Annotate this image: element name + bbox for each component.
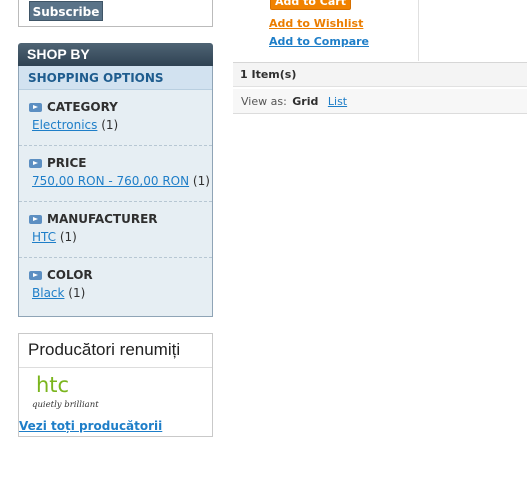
shop-by-body: SHOPPING OPTIONS CATEGORY Electronics (1… [18, 66, 213, 317]
filter-category: CATEGORY Electronics (1) [19, 90, 212, 146]
logo-text: htc [36, 373, 69, 397]
items-count: 1 Item(s) [240, 68, 297, 81]
brands-block: Producători renumiți htc quietly brillia… [18, 333, 213, 437]
view-as-label: View as: [241, 95, 287, 108]
filter-option-electronics[interactable]: Electronics [32, 118, 97, 132]
shop-by-block: SHOP BY SHOPPING OPTIONS CATEGORY Electr… [18, 43, 213, 318]
view-grid-current: Grid [292, 95, 319, 108]
logo-tagline: quietly brilliant [32, 400, 99, 410]
filter-option-price-range[interactable]: 750,00 RON - 760,00 RON [32, 174, 189, 188]
view-list-link[interactable]: List [328, 95, 347, 108]
htc-logo[interactable]: htc quietly brilliant [20, 369, 104, 415]
filter-title-label: CATEGORY [47, 100, 118, 114]
filter-title-label: MANUFACTURER [47, 212, 158, 226]
filter-count: (1) [68, 286, 86, 300]
filter-option-htc[interactable]: HTC [32, 230, 56, 244]
filter-count: (1) [59, 230, 77, 244]
column-divider [418, 0, 419, 61]
add-to-cart-button[interactable]: Add to Cart [270, 0, 351, 10]
arrow-right-icon [29, 102, 42, 112]
subscribe-button[interactable]: Subscribe [29, 1, 103, 21]
view-all-brands-link[interactable]: Vezi toți producătorii [19, 419, 162, 433]
shopping-options-title: SHOPPING OPTIONS [19, 66, 212, 90]
newsletter-block: Subscribe [18, 0, 213, 27]
add-to-compare-link[interactable]: Add to Compare [269, 35, 369, 48]
filter-manufacturer: MANUFACTURER HTC (1) [19, 202, 212, 258]
toolbar-view-mode: View as: Grid List [233, 89, 527, 114]
filter-title-label: PRICE [47, 156, 87, 170]
filter-count: (1) [192, 174, 210, 188]
arrow-right-icon [29, 158, 42, 168]
filter-count: (1) [101, 118, 119, 132]
filter-price: PRICE 750,00 RON - 760,00 RON (1) [19, 146, 212, 202]
toolbar-amount: 1 Item(s) [233, 62, 527, 87]
shop-by-title: SHOP BY [18, 43, 213, 66]
filter-title-label: COLOR [47, 268, 93, 282]
filter-option-black[interactable]: Black [32, 286, 64, 300]
brands-title: Producători renumiți [19, 334, 212, 368]
add-to-wishlist-link[interactable]: Add to Wishlist [269, 17, 363, 30]
filter-color: COLOR Black (1) [19, 258, 212, 314]
arrow-right-icon [29, 270, 42, 280]
arrow-right-icon [29, 214, 42, 224]
